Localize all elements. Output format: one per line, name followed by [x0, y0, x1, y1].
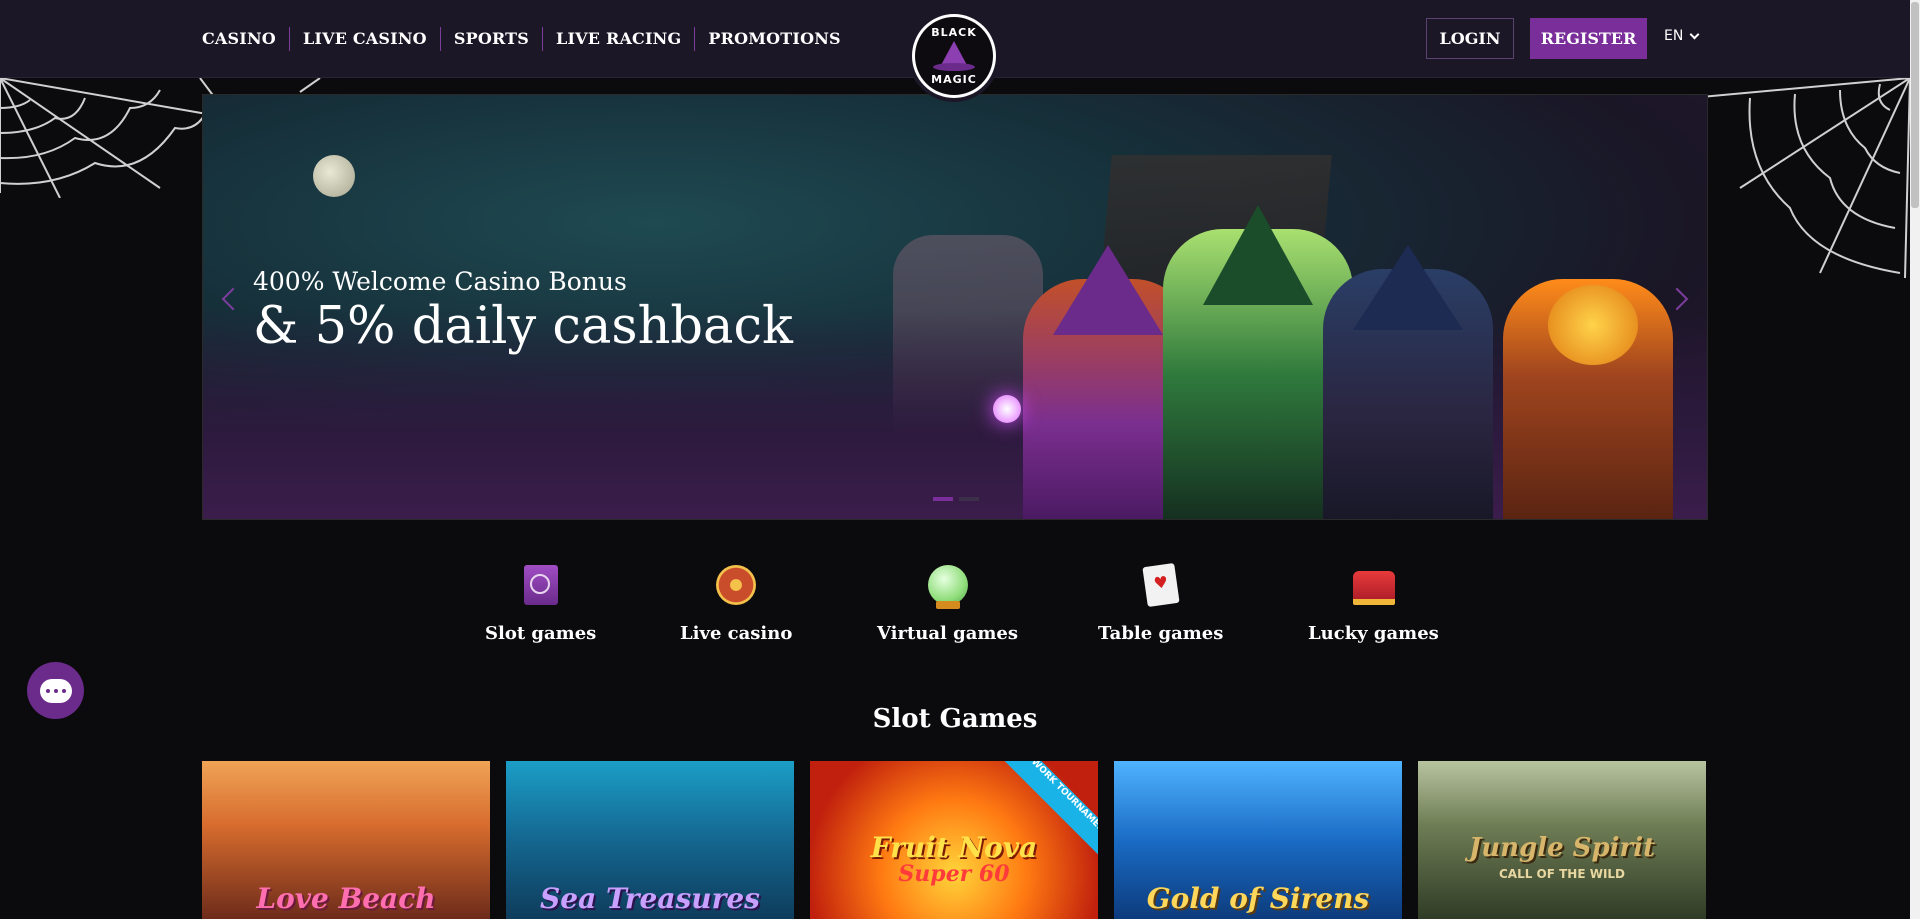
category-lucky-games[interactable]: Lucky games: [1308, 565, 1439, 644]
category-label: Virtual games: [877, 623, 1019, 644]
carousel-dot-1[interactable]: [933, 497, 953, 501]
game-title: Gold of Sirens: [1146, 882, 1370, 915]
carousel-dots: [933, 497, 979, 501]
category-label: Lucky games: [1308, 623, 1439, 644]
language-selector[interactable]: EN: [1664, 28, 1700, 44]
witch-hat-blue: [1353, 245, 1463, 330]
category-slot-games[interactable]: Slot games: [485, 565, 596, 644]
crown-icon: [1353, 565, 1396, 605]
game-title: Jungle Spirit: [1468, 833, 1656, 863]
category-label: Table games: [1098, 623, 1224, 644]
roulette-wheel-icon: [716, 565, 757, 605]
section-title: Slot Games: [872, 704, 1038, 734]
game-tile[interactable]: Sea Treasures: [506, 761, 794, 919]
logo-text-top: BLACK: [931, 26, 977, 39]
magic-orb-image: [993, 395, 1021, 423]
slot-games-grid: Love Beach Sea Treasures NETWORK TOURNAM…: [202, 761, 1708, 919]
crystal-ball-icon: [927, 565, 968, 605]
brand-logo[interactable]: BLACK MAGIC: [908, 10, 1000, 102]
logo-text-bottom: MAGIC: [931, 73, 977, 86]
category-label: Live casino: [680, 623, 793, 644]
playing-cards-icon: [1141, 562, 1181, 608]
hat-brim: [933, 63, 975, 71]
nav-sports[interactable]: SPORTS: [439, 27, 542, 51]
scrollbar-thumb[interactable]: [1911, 2, 1919, 208]
hero-banner[interactable]: 400% Welcome Casino Bonus & 5% daily cas…: [202, 94, 1708, 520]
nav-casino[interactable]: CASINO: [202, 27, 289, 51]
game-title: Love Beach: [256, 882, 436, 915]
game-tile[interactable]: Gold of Sirens: [1114, 761, 1402, 919]
live-chat-button[interactable]: [27, 662, 84, 719]
hero-title: & 5% daily cashback: [253, 297, 793, 356]
game-subtitle: Super 60: [898, 861, 1010, 887]
logo-badge: BLACK MAGIC: [912, 14, 996, 98]
language-label: EN: [1664, 28, 1684, 44]
category-live-casino[interactable]: Live casino: [680, 565, 792, 644]
game-tile[interactable]: Love Beach: [202, 761, 490, 919]
main-nav: CASINO LIVE CASINO SPORTS LIVE RACING PR…: [202, 0, 854, 78]
game-title: Fruit Nova: [870, 831, 1038, 864]
spellbook-icon: [521, 565, 561, 605]
category-table-games[interactable]: Table games: [1098, 562, 1224, 644]
nav-live-racing[interactable]: LIVE RACING: [542, 27, 694, 51]
login-button[interactable]: LOGIN: [1426, 18, 1514, 59]
carousel-next-icon[interactable]: [1665, 287, 1689, 311]
carousel-dot-2[interactable]: [959, 497, 979, 501]
witch-hat-purple: [1053, 245, 1163, 335]
moon-image: [313, 155, 355, 197]
game-tile[interactable]: NETWORK TOURNAMENT Fruit Nova Super 60: [810, 761, 1098, 919]
witch-hat-green: [1203, 205, 1313, 305]
register-button[interactable]: REGISTER: [1530, 18, 1647, 59]
cobweb-right-decoration: [1690, 78, 1910, 278]
game-categories: Slot games Live casino Virtual games Tab…: [0, 562, 1910, 665]
game-title: Sea Treasures: [540, 882, 760, 915]
carousel-prev-icon[interactable]: [221, 287, 245, 311]
nav-promotions[interactable]: PROMOTIONS: [694, 27, 853, 51]
hero-subtitle: 400% Welcome Casino Bonus: [253, 267, 627, 296]
chevron-down-icon: [1689, 29, 1700, 39]
category-label: Slot games: [485, 623, 597, 644]
nav-live-casino[interactable]: LIVE CASINO: [288, 27, 440, 51]
category-virtual-games[interactable]: Virtual games: [877, 565, 1018, 644]
pumpkin-head-image: [1548, 285, 1638, 365]
page-scrollbar[interactable]: [1910, 0, 1920, 919]
game-subtitle: CALL OF THE WILD: [1498, 867, 1626, 881]
game-tile[interactable]: Jungle Spirit CALL OF THE WILD: [1418, 761, 1706, 919]
chat-bubble-icon: [39, 678, 72, 703]
